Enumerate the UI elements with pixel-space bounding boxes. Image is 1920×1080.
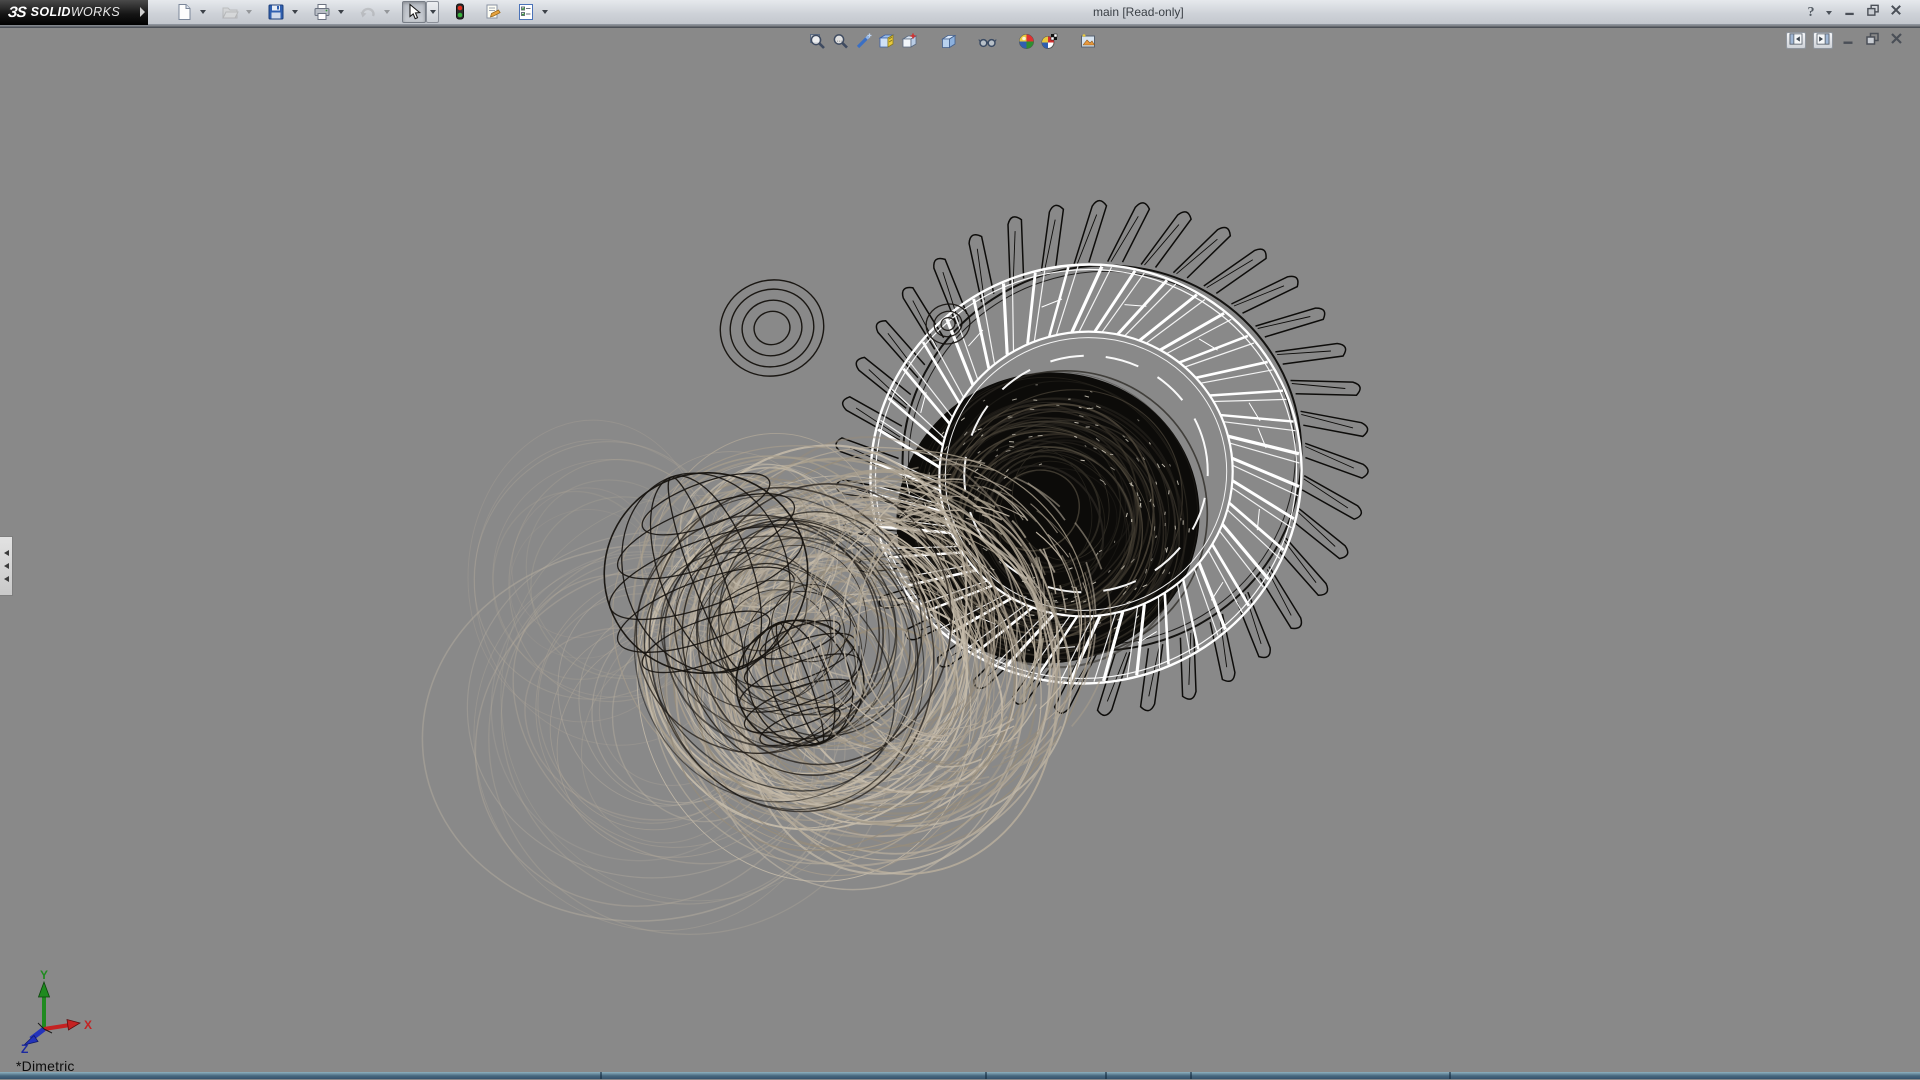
view-orientation-button[interactable] xyxy=(898,31,921,52)
doc-close-button[interactable] xyxy=(1888,33,1905,49)
glasses-icon xyxy=(978,32,997,51)
undo-icon xyxy=(359,3,377,21)
undo-button[interactable] xyxy=(356,1,380,23)
print-button[interactable] xyxy=(310,1,334,23)
restore-button[interactable] xyxy=(1865,5,1881,21)
chevron-left-icon xyxy=(4,550,9,556)
zoom-area-icon: … xyxy=(831,32,850,51)
file-properties-button[interactable] xyxy=(481,1,505,23)
doc-minimize-button[interactable] xyxy=(1840,33,1857,49)
select-button[interactable] xyxy=(402,1,426,23)
zoom-to-selection-button[interactable] xyxy=(852,31,875,52)
new-document-dropdown-arrow-icon[interactable] xyxy=(196,1,209,23)
new-document-button[interactable] xyxy=(172,1,196,23)
taskbar-divider xyxy=(600,1072,602,1079)
apply-scene-button[interactable] xyxy=(1038,31,1061,52)
open-dropdown-arrow-icon[interactable] xyxy=(242,1,255,23)
wireframe-engine-model[interactable] xyxy=(0,28,1920,1079)
solidworks-logo: ЗS SOLID WORKS xyxy=(0,0,148,25)
document-window-controls xyxy=(1786,32,1905,49)
app-name-light: WORKS xyxy=(71,5,120,19)
chevron-left-icon xyxy=(4,576,9,582)
taskbar-divider xyxy=(1449,1072,1451,1079)
document-title: main [Read-only] xyxy=(1093,5,1184,19)
chevron-left-icon xyxy=(4,563,9,569)
minimize-icon xyxy=(1843,3,1857,22)
new-document-icon xyxy=(175,3,193,21)
app-name-bold: SOLID xyxy=(31,5,71,19)
print-dropdown-arrow-icon[interactable] xyxy=(334,1,347,23)
pane-left-icon xyxy=(1789,32,1803,50)
restore-icon xyxy=(1866,3,1880,22)
triad-y-label: Y xyxy=(40,969,48,982)
appearance-ball-icon xyxy=(1017,32,1036,51)
edit-appearance-button[interactable] xyxy=(1015,31,1038,52)
solidworks-window: ЗS SOLID WORKS main [Read-only] ? … Y X xyxy=(0,0,1920,1080)
view-settings-button[interactable] xyxy=(1077,31,1100,52)
close-icon xyxy=(1889,3,1903,22)
traffic-light-icon xyxy=(451,3,469,21)
open-button[interactable] xyxy=(218,1,242,23)
zoom-to-area-button[interactable]: … xyxy=(829,31,852,52)
minimize-icon xyxy=(1841,31,1856,51)
select-cursor-icon xyxy=(405,3,423,21)
help-button[interactable]: ? xyxy=(1803,5,1819,21)
taskbar-divider xyxy=(1105,1072,1107,1079)
pane-toggle-right-button[interactable] xyxy=(1813,32,1833,49)
zoom-to-fit-button[interactable] xyxy=(806,31,829,52)
undo-dropdown-arrow-icon[interactable] xyxy=(380,1,393,23)
titlebar: ЗS SOLID WORKS main [Read-only] ? xyxy=(0,0,1920,25)
logo-flyout-arrow-icon[interactable] xyxy=(140,7,145,17)
scene-ball-icon xyxy=(1040,32,1059,51)
zoom-fit-icon xyxy=(808,32,827,51)
options-dropdown-arrow-icon[interactable] xyxy=(538,1,551,23)
section-view-icon xyxy=(877,32,896,51)
doc-restore-button[interactable] xyxy=(1864,33,1881,49)
orientation-triad: Y X Z xyxy=(14,969,98,1053)
open-folder-icon xyxy=(221,3,239,21)
zoom-wand-icon xyxy=(854,32,873,51)
minimize-button[interactable] xyxy=(1842,5,1858,21)
graphics-viewport[interactable]: … Y X Z *Dimetric xyxy=(0,28,1920,1079)
help-dropdown-button[interactable] xyxy=(1826,5,1835,21)
save-dropdown-arrow-icon[interactable] xyxy=(288,1,301,23)
options-icon xyxy=(517,3,535,21)
close-button[interactable] xyxy=(1888,5,1904,21)
hide-show-items-button[interactable] xyxy=(976,31,999,52)
logo-3s-icon: ЗS xyxy=(7,4,26,21)
help-icon: ? xyxy=(1808,5,1815,21)
display-style-icon xyxy=(939,32,958,51)
triad-x-label: X xyxy=(84,1018,92,1032)
restore-icon xyxy=(1865,31,1880,51)
display-style-button[interactable] xyxy=(937,31,960,52)
options-button[interactable] xyxy=(514,1,538,23)
pane-right-icon xyxy=(1816,32,1830,50)
headsup-view-toolbar: … xyxy=(806,31,1100,52)
view-orientation-icon xyxy=(900,32,919,51)
taskbar-divider xyxy=(985,1072,987,1079)
file-properties-icon xyxy=(484,3,502,21)
rebuild-button[interactable] xyxy=(448,1,472,23)
print-icon xyxy=(313,3,331,21)
pane-toggle-left-button[interactable] xyxy=(1786,32,1806,49)
feature-manager-collapsed-tab[interactable] xyxy=(0,536,13,596)
triad-z-label: Z xyxy=(21,1042,28,1053)
titlebar-controls: ? xyxy=(1803,0,1904,25)
select-dropdown-arrow-icon[interactable] xyxy=(426,1,439,23)
taskbar-divider xyxy=(1190,1072,1192,1079)
taskbar-edge-strip[interactable] xyxy=(0,1072,1920,1079)
close-icon xyxy=(1889,31,1904,51)
svg-text:…: … xyxy=(836,38,842,44)
save-button[interactable] xyxy=(264,1,288,23)
section-view-button[interactable] xyxy=(875,31,898,52)
main-toolbar xyxy=(172,1,560,23)
save-icon xyxy=(267,3,285,21)
view-settings-icon xyxy=(1079,32,1098,51)
